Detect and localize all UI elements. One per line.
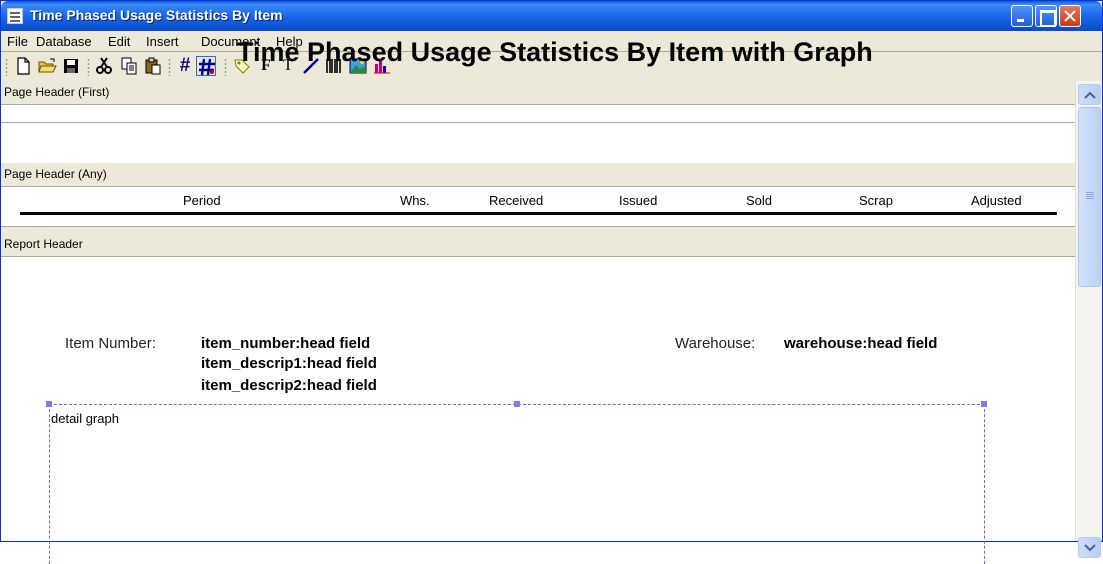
resize-handle[interactable]: [46, 401, 52, 407]
chevron-down-icon: [1084, 544, 1096, 552]
warehouse-label[interactable]: Warehouse:: [675, 335, 755, 352]
column-header-issued: Issued: [619, 193, 658, 208]
band-title: Page Header (Any): [4, 167, 107, 181]
band-title: Page Header (First): [4, 85, 110, 99]
toolbar-separator: [87, 58, 90, 76]
maximize-button[interactable]: [1035, 5, 1057, 27]
resize-handle[interactable]: [514, 401, 520, 407]
snap-to-grid-icon[interactable]: [196, 56, 216, 76]
item-descrip2-field[interactable]: item_descrip2:head field: [201, 377, 377, 394]
detail-graph-object[interactable]: [49, 404, 985, 564]
window-title: Time Phased Usage Statistics By Item: [30, 7, 283, 23]
vertical-scrollbar[interactable]: [1075, 81, 1102, 558]
menu-insert[interactable]: Insert: [146, 34, 179, 49]
warehouse-field[interactable]: warehouse:head field: [784, 335, 937, 352]
scroll-down-button[interactable]: [1078, 537, 1101, 558]
report-header-band[interactable]: Report Header: [1, 227, 1075, 257]
menu-edit[interactable]: Edit: [108, 34, 130, 49]
title-bar[interactable]: Time Phased Usage Statistics By Item: [1, 1, 1102, 31]
new-document-icon[interactable]: [13, 56, 33, 76]
column-header-whs: Whs.: [400, 193, 430, 208]
toolbar-separator: [168, 58, 171, 76]
report-designer-window: Time Phased Usage Statistics By Item Fil…: [0, 0, 1103, 564]
open-folder-icon[interactable]: [37, 56, 57, 76]
paste-icon[interactable]: [143, 56, 163, 76]
document-icon: [7, 8, 23, 24]
item-number-label[interactable]: Item Number:: [65, 335, 156, 352]
detail-graph-label: detail graph: [51, 411, 119, 426]
scroll-up-button[interactable]: [1078, 84, 1101, 105]
item-number-field[interactable]: item_number:head field: [201, 335, 370, 352]
header-rule: [20, 212, 1057, 215]
menu-database[interactable]: Database: [36, 34, 92, 49]
item-descrip1-field[interactable]: item_descrip1:head field: [201, 355, 377, 372]
column-header-scrap: Scrap: [859, 193, 893, 208]
report-title[interactable]: Time Phased Usage Statistics By Item wit…: [237, 37, 873, 68]
menu-file[interactable]: File: [7, 34, 28, 49]
page-header-first-band[interactable]: Page Header (First): [1, 81, 1075, 105]
column-header-sold: Sold: [746, 193, 773, 208]
resize-handle[interactable]: [981, 401, 987, 407]
page-header-any-area[interactable]: Period Whs. Received Issued Sold Scrap A…: [1, 187, 1075, 227]
column-header-adjusted: Adjusted: [971, 193, 1022, 208]
page-header-any-band[interactable]: Page Header (Any): [1, 163, 1075, 187]
column-header-period: Period: [183, 193, 221, 208]
copy-icon[interactable]: [119, 56, 139, 76]
toolbar-grip[interactable]: [5, 58, 8, 76]
save-icon[interactable]: [61, 56, 81, 76]
minimize-button[interactable]: [1011, 5, 1033, 27]
column-header-received: Received: [489, 193, 544, 208]
close-button[interactable]: [1059, 5, 1081, 27]
grid-icon[interactable]: #: [175, 56, 195, 76]
toolbar-separator: [224, 58, 227, 76]
cut-icon[interactable]: [94, 56, 114, 76]
band-title: Report Header: [4, 237, 83, 251]
page-header-first-area[interactable]: [1, 105, 1075, 123]
scroll-thumb[interactable]: [1078, 107, 1101, 287]
chevron-up-icon: [1084, 91, 1096, 99]
